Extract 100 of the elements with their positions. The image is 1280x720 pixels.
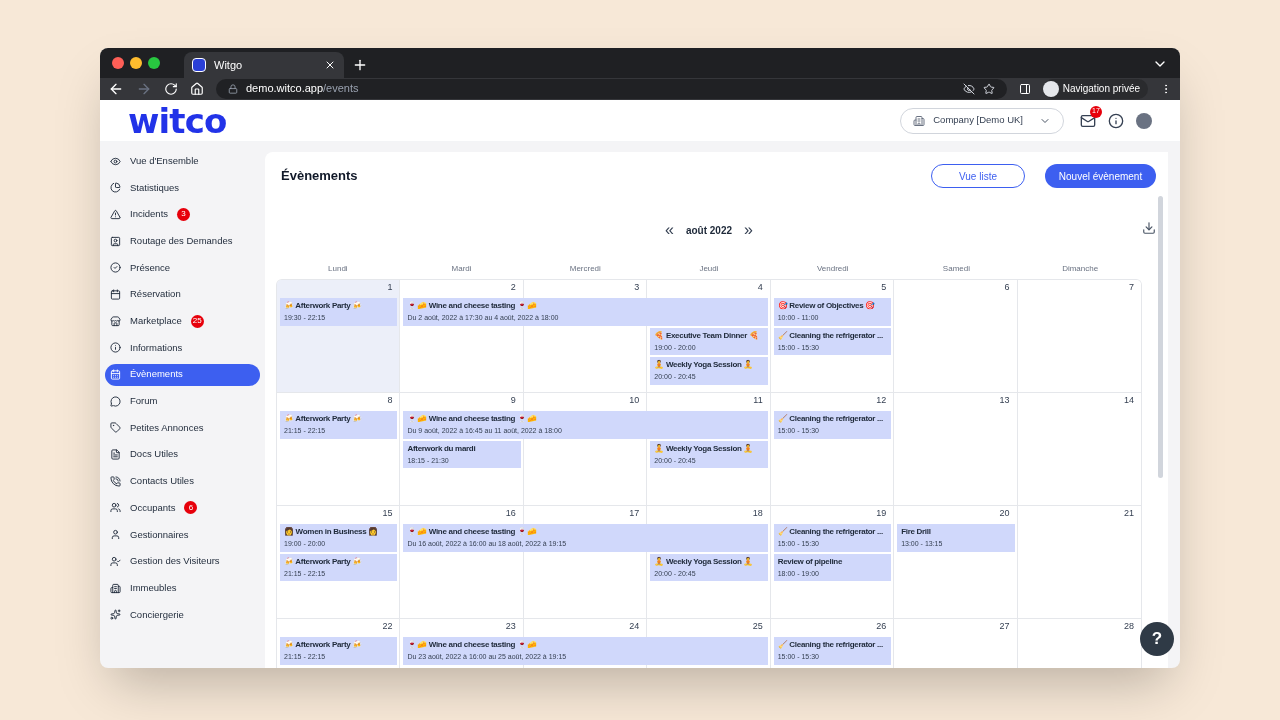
sidebar-item[interactable]: Informations <box>105 336 260 359</box>
sidebar-item[interactable]: Routage des Demandes <box>105 230 260 253</box>
day-number: 1 <box>387 281 393 294</box>
sidebar-label: Petites Annonces <box>130 420 204 435</box>
sidebar-item[interactable]: Immeubles <box>105 577 260 599</box>
home-icon[interactable] <box>190 81 204 96</box>
day-number: 19 <box>876 507 887 520</box>
event-title: 🍻 Afterwork Party 🍻 <box>284 639 363 651</box>
sidebar-item[interactable]: Conciergerie <box>105 603 260 626</box>
day-number: 27 <box>999 620 1010 633</box>
sidebar-item[interactable]: Gestionnaires <box>105 523 260 546</box>
sidebar-label: Présence <box>130 260 171 275</box>
day-number: 3 <box>634 281 640 294</box>
next-month-button[interactable]: » <box>744 222 753 238</box>
event-title: 🧹 Cleaning the refrigerator ... <box>777 526 883 538</box>
sidebar-item[interactable]: Statistiques <box>105 176 260 199</box>
day-number: 24 <box>629 620 640 633</box>
sidebar-item[interactable]: Vue d'Ensemble <box>105 150 260 172</box>
weekday-header: Lundi <box>328 263 348 275</box>
event-title: 👩 Women in Business 👩 <box>284 526 378 538</box>
weekday-header: Dimanche <box>1062 263 1099 275</box>
scrollbar[interactable] <box>1158 196 1163 478</box>
browser-tab[interactable]: Witgo <box>184 52 344 78</box>
day-number: 10 <box>629 394 640 407</box>
address-bar[interactable]: demo.witco.app/events <box>216 78 1007 99</box>
side-panel-icon[interactable] <box>1018 82 1031 95</box>
weekday-header: Samedi <box>942 263 970 275</box>
day-number: 18 <box>752 507 763 520</box>
close-icon[interactable] <box>324 59 336 71</box>
sidebar-item[interactable]: Forum <box>105 390 260 413</box>
logo[interactable]: witco <box>128 103 227 138</box>
month-title: août 2022 <box>685 223 733 238</box>
sidebar-label: Forum <box>130 394 158 409</box>
day-number: 25 <box>752 620 763 633</box>
day-number: 28 <box>1124 620 1134 633</box>
sidebar-item[interactable]: Incidents 3 <box>105 203 260 226</box>
incognito-profile[interactable]: Navigation privée <box>1042 78 1148 99</box>
reload-icon[interactable] <box>164 81 178 96</box>
sidebar-item[interactable]: Réservation <box>105 283 260 306</box>
building-icon <box>110 582 121 594</box>
document-icon <box>110 449 121 461</box>
sidebar-label: Immeubles <box>130 580 177 595</box>
avatar[interactable] <box>1136 112 1152 129</box>
sidebar-label: Conciergerie <box>130 607 184 622</box>
pie-chart-icon <box>110 182 121 194</box>
event-title: 🍷🧀 Wine and cheese tasting 🍷🧀 <box>407 639 537 651</box>
calendar-icon <box>110 288 121 300</box>
event-title: 🍻 Afterwork Party 🍻 <box>284 555 363 568</box>
sidebar-item[interactable]: Docs Utiles <box>105 443 260 466</box>
store-icon <box>110 315 121 327</box>
sidebar-item[interactable]: Occupants 6 <box>105 496 260 519</box>
day-number: 16 <box>505 507 516 520</box>
sidebar-label: Marketplace <box>130 314 182 328</box>
user-check-icon <box>110 555 121 567</box>
count-badge: 6 <box>184 501 198 515</box>
mail-icon[interactable] <box>1080 112 1096 129</box>
event-title: 🧘 Weekly Yoga Session 🧘 <box>654 359 754 371</box>
count-badge: 25 <box>190 314 204 328</box>
previous-month-button[interactable]: « <box>665 222 674 238</box>
day-number: 9 <box>510 394 516 407</box>
day-number: 2 <box>510 281 516 294</box>
day-number: 11 <box>753 394 763 407</box>
lock-icon <box>228 83 238 94</box>
sidebar-item[interactable]: Petites Annonces <box>105 416 260 439</box>
eye-off-icon[interactable] <box>962 82 975 95</box>
day-number: 5 <box>881 281 887 294</box>
day-number: 7 <box>1129 281 1134 294</box>
day-number: 26 <box>876 620 887 633</box>
sidebar-label: Docs Utiles <box>130 447 179 462</box>
users-icon <box>110 502 121 514</box>
chat-bubble-icon <box>110 395 121 407</box>
info-icon[interactable] <box>1108 112 1124 129</box>
event-title: 🍷🧀 Wine and cheese tasting 🍷🧀 <box>407 300 537 312</box>
event-title: Afterwork du mardi <box>407 442 476 455</box>
day-number: 4 <box>757 281 763 294</box>
warning-icon <box>110 208 121 220</box>
weekday-header: Mardi <box>451 263 472 275</box>
day-number: 20 <box>999 507 1010 520</box>
day-number: 17 <box>629 507 640 520</box>
day-number: 21 <box>1124 507 1134 520</box>
check-circle-icon <box>110 262 121 274</box>
sidebar-item[interactable]: Gestion des Visiteurs <box>105 550 260 573</box>
sidebar-item[interactable]: Marketplace 25 <box>105 310 260 333</box>
weekday-header: Mercredi <box>569 263 601 275</box>
sidebar-item[interactable]: Présence <box>105 256 260 279</box>
sidebar-item[interactable]: Contacts Utiles <box>105 470 260 493</box>
event-title: 🍕 Executive Team Dinner 🍕 <box>654 329 759 342</box>
download-icon[interactable] <box>1142 221 1156 235</box>
user-icon <box>110 529 121 541</box>
sidebar-label: Incidents <box>130 207 169 222</box>
sidebar-item[interactable]: Évènements <box>105 363 260 386</box>
new-tab-icon[interactable] <box>352 57 368 73</box>
building-icon <box>913 114 926 127</box>
event-title: 🍷🧀 Wine and cheese tasting 🍷🧀 <box>407 413 537 425</box>
new-event-button[interactable]: Nouvel évènement <box>1045 164 1156 188</box>
info-icon <box>110 342 121 354</box>
bookmark-star-icon[interactable] <box>982 82 995 95</box>
contact-card-icon <box>110 235 121 247</box>
sidebar-label: Informations <box>130 340 183 355</box>
tag-icon <box>110 422 121 434</box>
